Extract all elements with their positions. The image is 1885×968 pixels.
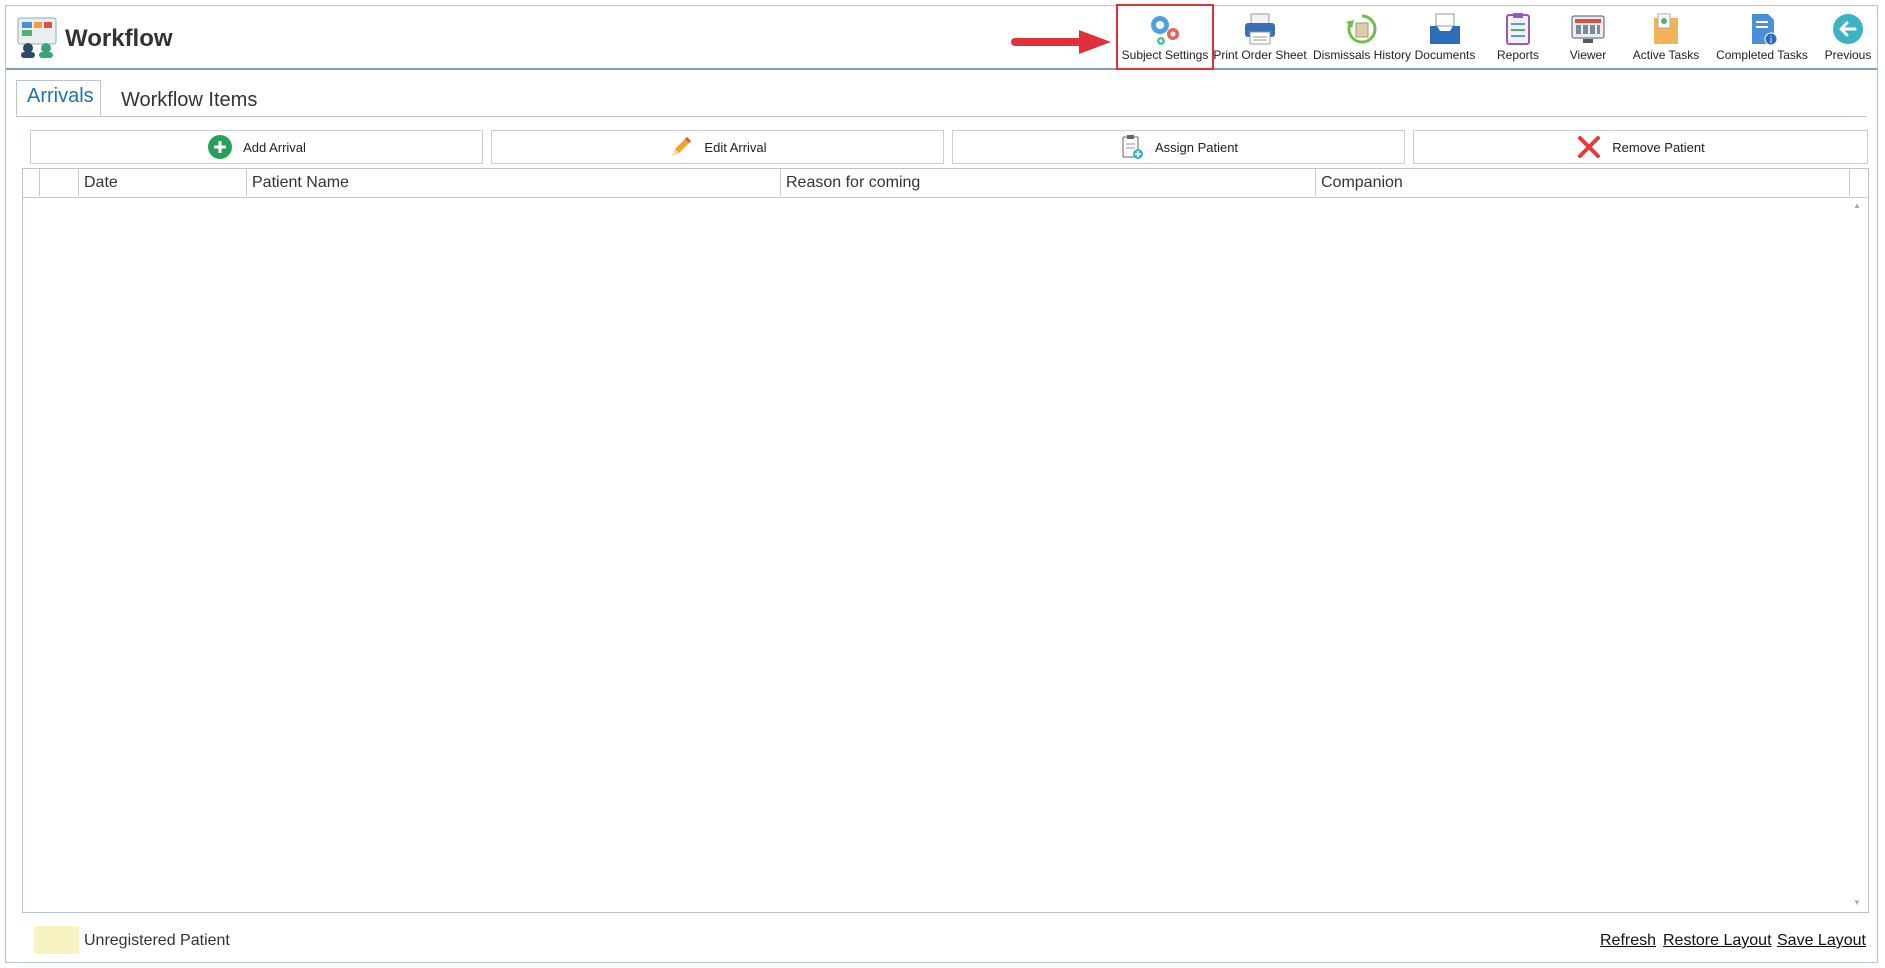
pencil-icon — [672, 137, 692, 156]
toolbar-label: Print Order Sheet — [1213, 48, 1307, 62]
svg-text:i: i — [1770, 36, 1773, 46]
save-layout-link[interactable]: Save Layout — [1777, 932, 1866, 950]
previous-button[interactable]: Previous — [1816, 8, 1880, 68]
viewer-button[interactable]: Viewer — [1556, 8, 1620, 68]
toolbar-label: Previous — [1824, 48, 1872, 62]
plus-circle-icon — [208, 135, 233, 159]
scroll-down-arrow-icon[interactable]: ▼ — [1852, 898, 1862, 908]
reports-button[interactable]: Reports — [1486, 8, 1550, 68]
remove-patient-button[interactable]: Remove Patient — [1413, 130, 1868, 164]
scroll-up-arrow-icon[interactable]: ▲ — [1852, 201, 1862, 211]
x-icon — [1578, 136, 1601, 158]
page-title: Workflow — [65, 25, 173, 52]
tab-arrivals[interactable]: Arrivals — [16, 80, 101, 116]
column-header-date[interactable]: Date — [79, 169, 247, 196]
history-icon — [1346, 14, 1377, 44]
column-header-reason[interactable]: Reason for coming — [781, 169, 1316, 196]
tab-strip: Arrivals Workflow Items — [16, 72, 1866, 117]
gears-icon — [1151, 16, 1179, 45]
dismissals-history-button[interactable]: Dismissals History — [1312, 8, 1412, 68]
select-column-header[interactable] — [40, 169, 79, 196]
button-label: Add Arrival — [243, 139, 306, 155]
back-arrow-icon — [1833, 14, 1863, 44]
workflow-window: Workflow Subject Settings Print Order Sh… — [5, 4, 1880, 963]
action-bar: Add Arrival Edit Arrival Assign Patient — [30, 130, 1868, 166]
grid-header: Date Patient Name Reason for coming Comp… — [23, 169, 1868, 198]
unregistered-legend-swatch — [34, 926, 79, 954]
tab-workflow-items[interactable]: Workflow Items — [111, 80, 267, 116]
header-bar: Workflow Subject Settings Print Order Sh… — [6, 4, 1880, 70]
toolbar-label: Documents — [1414, 48, 1476, 62]
task-box-icon — [1654, 13, 1678, 44]
refresh-link[interactable]: Refresh — [1600, 932, 1656, 950]
print-order-sheet-button[interactable]: Print Order Sheet — [1213, 8, 1307, 68]
button-label: Edit Arrival — [704, 139, 767, 155]
toolbar-label: Viewer — [1569, 48, 1607, 62]
toolbar-label: Dismissals History — [1312, 48, 1411, 62]
column-header-patient-name[interactable]: Patient Name — [247, 169, 781, 196]
documents-button[interactable]: Documents — [1410, 8, 1480, 68]
pointer-arrow-icon — [1011, 30, 1111, 54]
toolbar-label: Reports — [1496, 48, 1540, 62]
subject-settings-button[interactable]: Subject Settings — [1118, 8, 1212, 68]
monitor-icon — [1571, 15, 1605, 43]
add-arrival-button[interactable]: Add Arrival — [30, 130, 483, 164]
clipboard-icon — [1506, 13, 1530, 45]
clipboard-add-icon — [1122, 135, 1143, 159]
completed-tasks-button[interactable]: i Completed Tasks — [1712, 8, 1812, 68]
row-indicator-header — [23, 169, 40, 196]
arrivals-grid[interactable]: Date Patient Name Reason for coming Comp… — [22, 168, 1869, 913]
workflow-app-icon — [17, 17, 57, 58]
unregistered-legend-label: Unregistered Patient — [84, 932, 230, 949]
toolbar-label: Completed Tasks — [1716, 48, 1808, 62]
toolbar-label: Active Tasks — [1632, 48, 1700, 62]
column-header-companion[interactable]: Companion — [1316, 169, 1850, 196]
button-label: Remove Patient — [1612, 139, 1705, 155]
document-check-icon: i — [1752, 14, 1778, 46]
assign-patient-button[interactable]: Assign Patient — [952, 130, 1405, 164]
button-label: Assign Patient — [1154, 139, 1239, 155]
printer-icon — [1245, 13, 1275, 45]
restore-layout-link[interactable]: Restore Layout — [1663, 932, 1772, 950]
inbox-tray-icon — [1430, 13, 1460, 44]
active-tasks-button[interactable]: Active Tasks — [1624, 8, 1708, 68]
toolbar-label: Subject Settings — [1121, 48, 1209, 62]
edit-arrival-button[interactable]: Edit Arrival — [491, 130, 944, 164]
